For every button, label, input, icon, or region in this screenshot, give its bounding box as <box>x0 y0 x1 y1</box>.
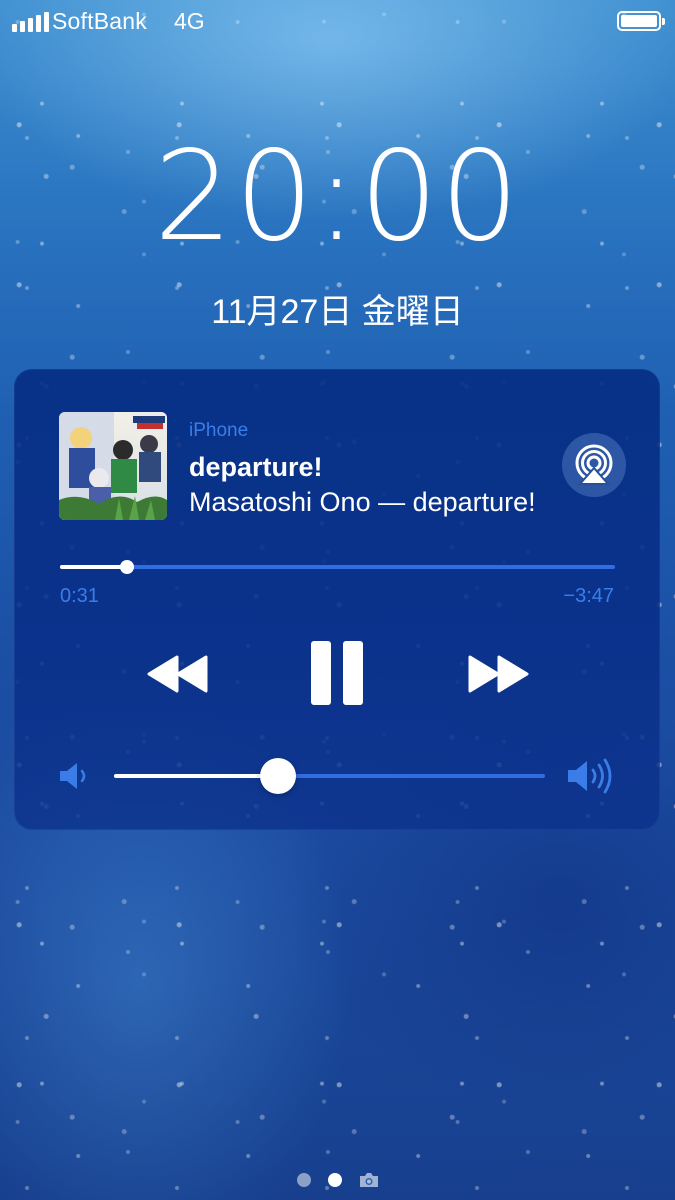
playback-scrubber[interactable] <box>60 560 615 574</box>
volume-high-icon <box>566 757 618 795</box>
volume-handle[interactable] <box>259 758 296 794</box>
battery-icon <box>617 11 665 31</box>
airplay-button[interactable] <box>562 433 626 497</box>
album-art[interactable] <box>59 412 167 520</box>
now-playing-widget: iPhone departure! Masatoshi Ono — depart… <box>14 369 660 830</box>
rewind-button[interactable] <box>146 649 210 699</box>
lock-screen-time: 20:00 <box>153 125 522 269</box>
volume-slider[interactable] <box>114 758 545 794</box>
network-type: 4G <box>174 8 205 34</box>
elapsed-time: 0:31 <box>60 585 99 607</box>
scrubber-fill <box>60 565 127 569</box>
volume-low-icon <box>58 761 92 791</box>
pause-icon <box>311 641 363 705</box>
page-dot-active[interactable] <box>327 1173 342 1187</box>
volume-fill <box>114 774 278 778</box>
fast-forward-button[interactable] <box>466 649 530 699</box>
fast-forward-icon <box>468 655 529 693</box>
pause-button[interactable] <box>304 639 370 707</box>
lock-screen-date: 11月27日 金曜日 <box>211 293 464 331</box>
scrubber-handle[interactable] <box>119 560 134 574</box>
output-source: iPhone <box>189 420 249 441</box>
artist-album: Masatoshi Ono — departure! <box>189 487 535 517</box>
rewind-icon <box>147 655 208 693</box>
track-title: departure! <box>189 452 323 482</box>
status-bar: SoftBank 4G <box>0 0 675 44</box>
camera-icon[interactable] <box>359 1172 379 1188</box>
airplay-icon <box>575 444 613 485</box>
carrier-name: SoftBank <box>52 8 147 34</box>
page-indicator <box>0 1172 675 1188</box>
signal-strength-icon <box>12 12 49 32</box>
scrubber-track <box>60 565 615 569</box>
page-dot[interactable] <box>296 1173 311 1187</box>
remaining-time: −3:47 <box>563 585 614 607</box>
